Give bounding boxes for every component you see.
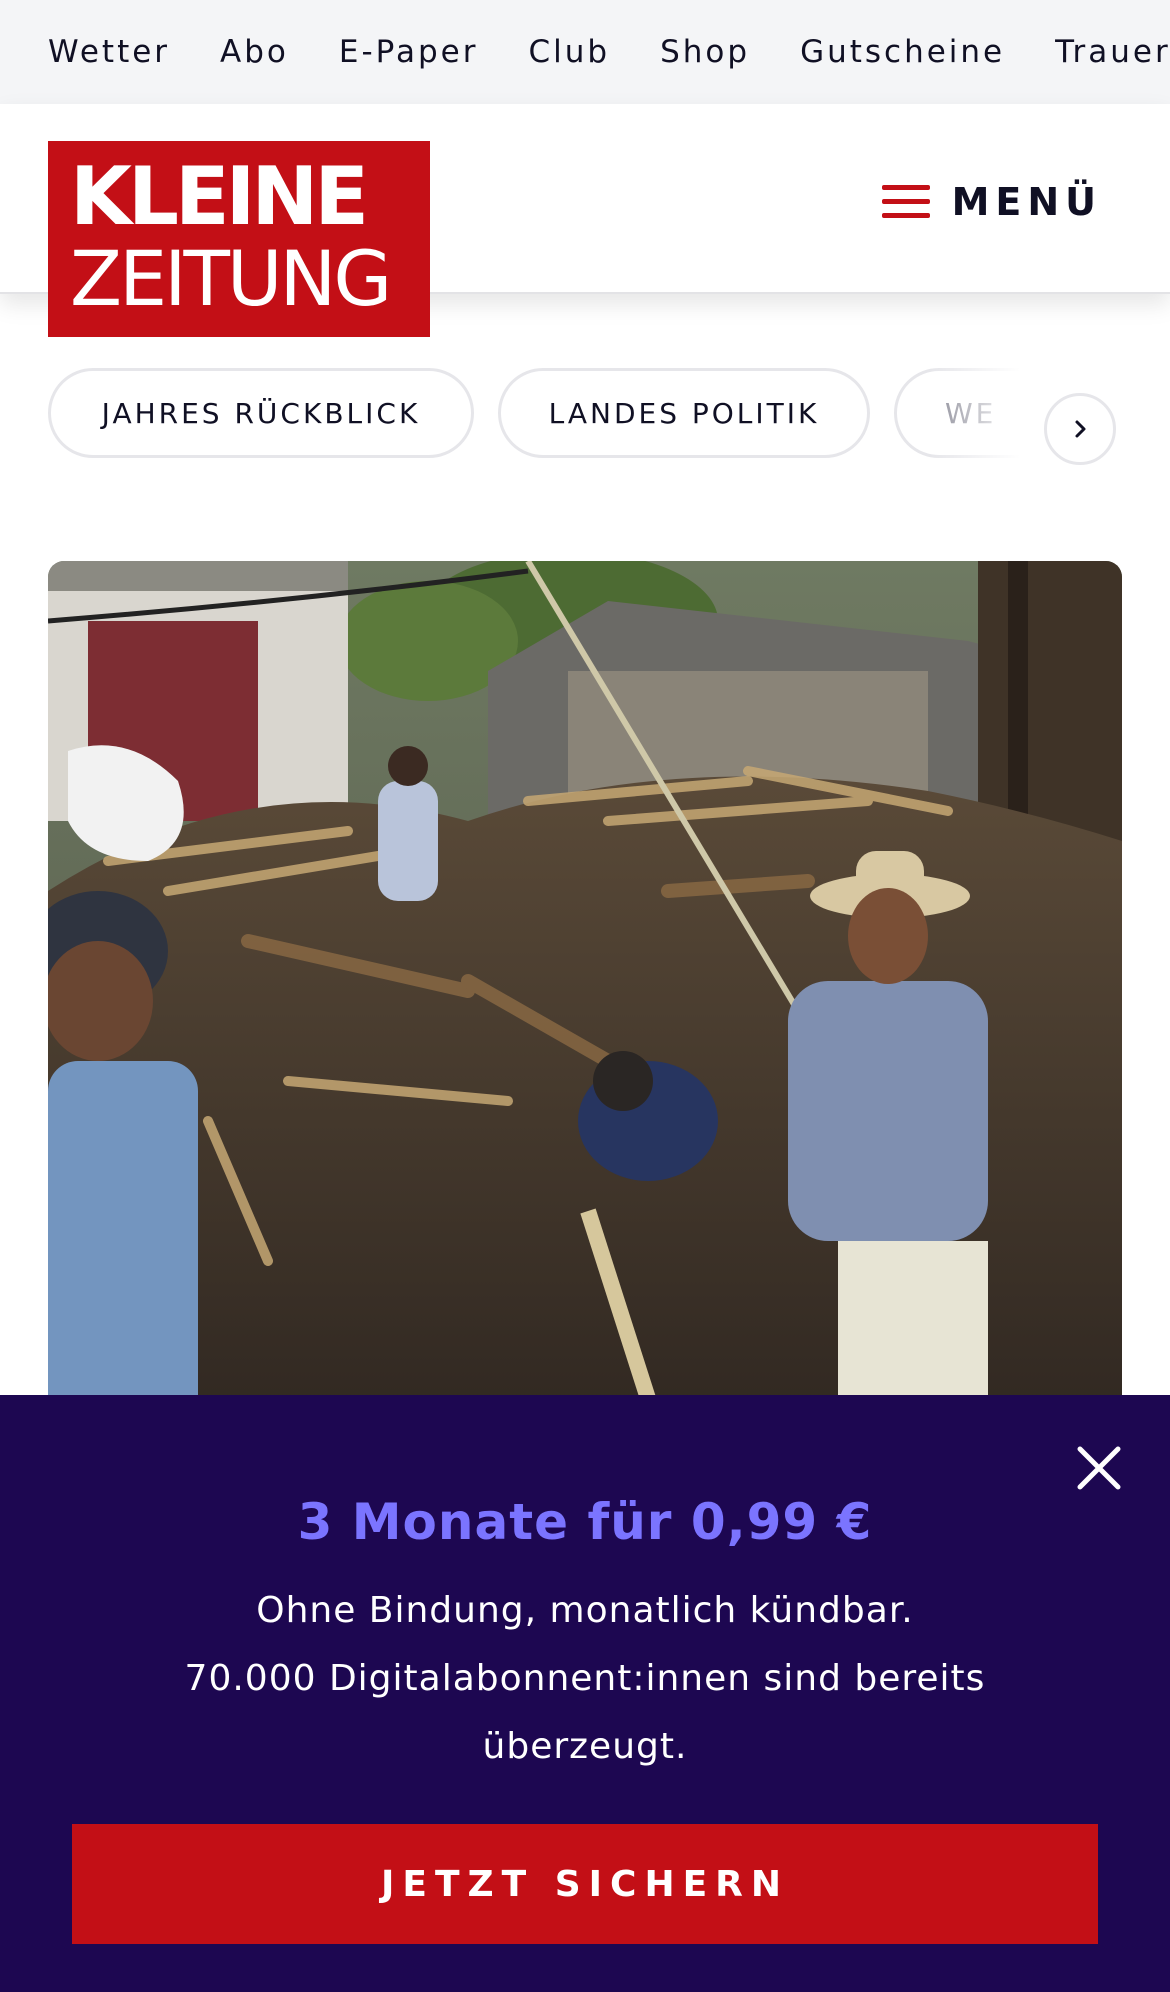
subscribe-button[interactable]: JETZT SICHERN (72, 1824, 1098, 1944)
nav-link-abo[interactable]: Abo (220, 34, 289, 70)
nav-link-club[interactable]: Club (528, 34, 610, 70)
close-icon (1077, 1446, 1121, 1490)
close-banner-button[interactable] (1076, 1445, 1122, 1491)
promo-text: 70.000 Digitalabonnent:innen sind bereit… (184, 1658, 986, 1767)
site-logo[interactable]: KLEINE ZEITUNG (48, 141, 430, 337)
chips-next-button[interactable] (1044, 393, 1116, 465)
logo-text-zeitung: ZEITUNG (70, 234, 392, 323)
promo-subtitle: Ohne Bindung, monatlich kündbar. (256, 1590, 914, 1631)
topic-chips: JAHRES RÜCKBLICK LANDES POLITIK WE (0, 368, 1170, 464)
site-header: KLEINE ZEITUNG MENÜ (0, 104, 1170, 337)
page: Wetter Abo E-Paper Club Shop Gutscheine … (0, 0, 1170, 1992)
topic-chip-landespolitik[interactable]: LANDES POLITIK (498, 368, 870, 458)
logo-text-kleine: KLEINE (70, 150, 369, 243)
nav-link-shop[interactable]: Shop (660, 34, 750, 70)
menu-label: MENÜ (951, 180, 1102, 224)
subscription-banner: 3 Monate für 0,99 € Ohne Bindung, monatl… (0, 1395, 1170, 1992)
chevron-right-icon (1075, 420, 1086, 438)
topic-chip-jahresrueckblick[interactable]: JAHRES RÜCKBLICK (48, 368, 474, 458)
nav-link-trauer[interactable]: Trauerpo (1055, 34, 1170, 70)
menu-button[interactable]: MENÜ (881, 162, 1102, 242)
hamburger-icon (881, 185, 930, 219)
promo-title: 3 Monate für 0,99 € (297, 1493, 873, 1551)
chips-fade (930, 368, 1050, 464)
hero-image[interactable] (48, 561, 1122, 1461)
nav-link-wetter[interactable]: Wetter (48, 34, 170, 70)
nav-link-gutscheine[interactable]: Gutscheine (800, 34, 1005, 70)
service-nav: Wetter Abo E-Paper Club Shop Gutscheine … (0, 0, 1170, 104)
nav-link-epaper[interactable]: E-Paper (339, 34, 479, 70)
